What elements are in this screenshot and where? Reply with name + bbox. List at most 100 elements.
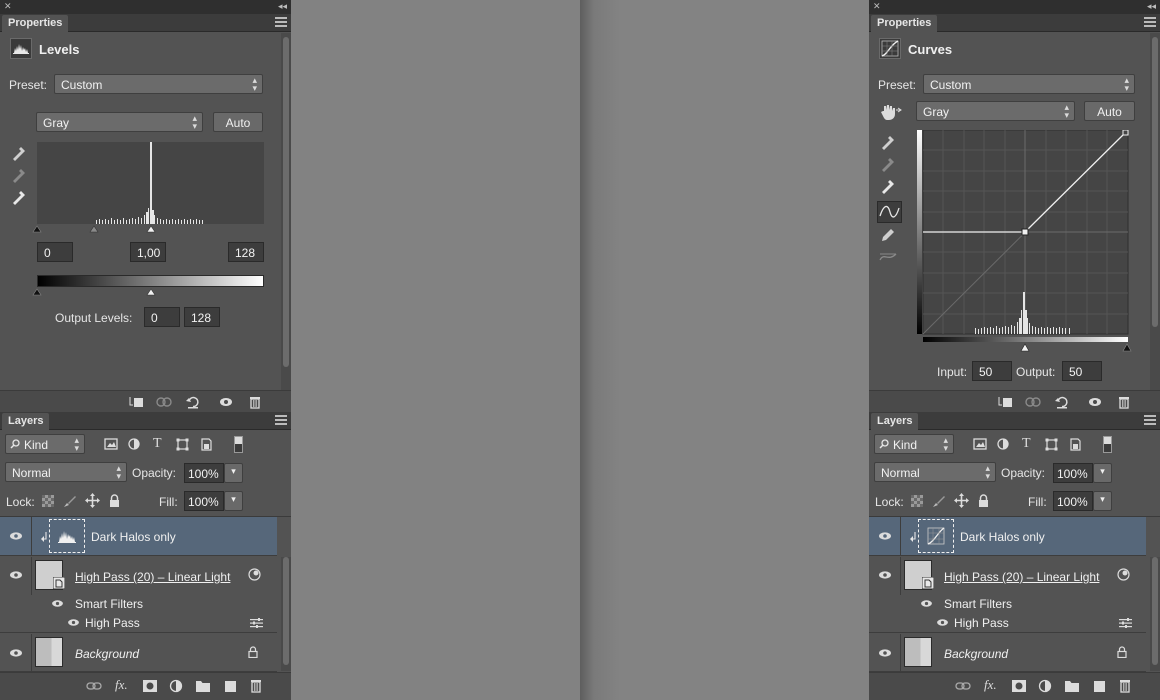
input-level-sliders[interactable] bbox=[31, 224, 271, 234]
layer-row-dark-halos[interactable]: Dark Halos only bbox=[0, 517, 277, 556]
white-eyedropper-icon[interactable] bbox=[878, 176, 898, 194]
on-image-adjustment-hand-icon[interactable] bbox=[878, 102, 902, 122]
background-thumbnail[interactable] bbox=[35, 637, 63, 667]
black-point-slider[interactable] bbox=[32, 225, 42, 233]
levels-adjustment-thumbnail[interactable] bbox=[49, 519, 85, 553]
layer-name-smart-filters[interactable]: Smart Filters bbox=[75, 597, 143, 611]
smart-object-filter-icon[interactable] bbox=[1069, 438, 1082, 451]
type-layer-filter-icon[interactable]: T bbox=[1022, 436, 1031, 452]
layer-style-fx-icon[interactable]: fx. bbox=[984, 677, 997, 693]
curve-white-slider[interactable] bbox=[1122, 343, 1132, 352]
layer-row-high-pass[interactable]: High Pass (20) – Linear Light bbox=[0, 557, 277, 633]
background-thumbnail[interactable] bbox=[904, 637, 932, 667]
layer-row-dark-halos[interactable]: Dark Halos only bbox=[869, 517, 1146, 556]
blend-mode-select[interactable]: Normal ▴ ▾ bbox=[874, 462, 996, 482]
lock-transparent-pixels-icon[interactable] bbox=[911, 495, 923, 507]
view-previous-state-icon[interactable] bbox=[156, 395, 172, 409]
visibility-eye-icon[interactable] bbox=[9, 570, 23, 580]
curve-midpoint-slider[interactable] bbox=[1020, 343, 1030, 352]
gray-eyedropper-icon[interactable] bbox=[878, 154, 898, 172]
opacity-field[interactable]: 100% bbox=[1053, 463, 1093, 483]
input-gamma-field[interactable]: 1,00 bbox=[130, 242, 166, 262]
visibility-eye-icon[interactable] bbox=[878, 570, 892, 580]
new-adjustment-layer-icon[interactable] bbox=[169, 679, 185, 693]
smart-filter-indicator-icon[interactable] bbox=[1117, 568, 1130, 581]
blend-mode-select[interactable]: Normal ▴ ▾ bbox=[5, 462, 127, 482]
smooth-curve-icon[interactable] bbox=[878, 248, 898, 266]
layer-row-background[interactable]: Background bbox=[0, 634, 277, 672]
layer-row-high-pass-filter[interactable]: High Pass bbox=[869, 613, 1146, 633]
layer-row-high-pass[interactable]: High Pass (20) – Linear Light bbox=[869, 557, 1146, 633]
opacity-field[interactable]: 100% bbox=[184, 463, 224, 483]
layer-name-background[interactable]: Background bbox=[75, 647, 139, 661]
layer-name-background[interactable]: Background bbox=[944, 647, 1008, 661]
trash-icon[interactable] bbox=[1116, 395, 1132, 409]
shape-layer-filter-icon[interactable] bbox=[1045, 438, 1058, 451]
visibility-eye-icon[interactable] bbox=[9, 648, 23, 658]
properties-scroll-thumb[interactable] bbox=[1152, 37, 1158, 327]
auto-button[interactable]: Auto bbox=[1084, 101, 1135, 121]
tab-properties[interactable]: Properties bbox=[2, 15, 69, 32]
pixel-layer-filter-icon[interactable] bbox=[973, 438, 987, 450]
lock-all-icon[interactable] bbox=[978, 494, 989, 507]
visibility-eye-icon[interactable] bbox=[936, 618, 949, 627]
white-point-slider[interactable] bbox=[146, 225, 156, 233]
type-layer-filter-icon[interactable]: T bbox=[153, 436, 162, 452]
panel-menu-icon[interactable] bbox=[1144, 17, 1156, 27]
opacity-dropdown-button[interactable]: ▾ bbox=[224, 463, 243, 483]
new-layer-icon[interactable] bbox=[222, 679, 238, 693]
trash-icon[interactable] bbox=[247, 395, 263, 409]
smart-object-filter-icon[interactable] bbox=[200, 438, 213, 451]
visibility-eye-icon[interactable] bbox=[218, 395, 234, 409]
preset-select[interactable]: Custom ▴ ▾ bbox=[54, 74, 263, 94]
layer-style-fx-icon[interactable]: fx. bbox=[115, 677, 128, 693]
visibility-eye-icon[interactable] bbox=[878, 648, 892, 658]
tab-properties[interactable]: Properties bbox=[871, 15, 938, 32]
clip-to-layer-icon[interactable] bbox=[997, 395, 1013, 409]
link-layers-icon[interactable] bbox=[955, 679, 971, 693]
opacity-dropdown-button[interactable]: ▾ bbox=[1093, 463, 1112, 483]
layer-row-high-pass-filter[interactable]: High Pass bbox=[0, 613, 277, 633]
filter-toggle-switch[interactable] bbox=[1103, 436, 1112, 453]
pencil-draw-icon[interactable] bbox=[878, 226, 898, 244]
auto-button[interactable]: Auto bbox=[213, 112, 263, 132]
curves-adjustment-thumbnail[interactable] bbox=[918, 519, 954, 553]
close-icon[interactable]: ✕ bbox=[4, 1, 12, 12]
smart-filter-indicator-icon[interactable] bbox=[248, 568, 261, 581]
output-value-field[interactable]: 50 bbox=[1062, 361, 1102, 381]
delete-layer-trash-icon[interactable] bbox=[248, 679, 264, 693]
visibility-eye-icon[interactable] bbox=[9, 531, 23, 541]
channel-select[interactable]: Gray ▴ ▾ bbox=[916, 101, 1075, 121]
curve-control-point[interactable] bbox=[1021, 228, 1029, 236]
fill-field[interactable]: 100% bbox=[1053, 491, 1093, 511]
curve-points-tool-button[interactable] bbox=[877, 201, 902, 223]
filter-blending-options-icon[interactable] bbox=[1119, 618, 1132, 628]
collapse-icon[interactable]: ◂◂ bbox=[1147, 1, 1156, 12]
white-eyedropper-icon[interactable] bbox=[9, 187, 29, 205]
layer-row-smart-filters[interactable]: Smart Filters bbox=[869, 595, 1146, 613]
output-white-slider[interactable] bbox=[146, 288, 156, 296]
reset-icon[interactable] bbox=[185, 395, 201, 409]
lock-transparent-pixels-icon[interactable] bbox=[42, 495, 54, 507]
input-value-field[interactable]: 50 bbox=[972, 361, 1012, 381]
input-black-field[interactable]: 0 bbox=[37, 242, 73, 262]
curves-graph[interactable] bbox=[917, 130, 1130, 340]
output-white-field[interactable]: 128 bbox=[184, 307, 220, 327]
layers-scroll-thumb[interactable] bbox=[1152, 557, 1158, 665]
lock-image-pixels-icon[interactable] bbox=[63, 494, 77, 508]
fill-dropdown-button[interactable]: ▾ bbox=[1093, 491, 1112, 511]
adjustment-layer-filter-icon[interactable] bbox=[997, 438, 1009, 450]
layer-name-high-pass-filter[interactable]: High Pass bbox=[85, 616, 140, 630]
visibility-eye-icon[interactable] bbox=[51, 599, 64, 608]
visibility-eye-icon[interactable] bbox=[67, 618, 80, 627]
visibility-eye-icon[interactable] bbox=[878, 531, 892, 541]
clip-to-layer-icon[interactable] bbox=[128, 395, 144, 409]
add-mask-icon[interactable] bbox=[142, 679, 158, 693]
curve-endpoint[interactable] bbox=[1122, 130, 1129, 136]
output-black-slider[interactable] bbox=[32, 288, 42, 296]
channel-select[interactable]: Gray ▴ ▾ bbox=[36, 112, 203, 132]
filter-toggle-switch[interactable] bbox=[234, 436, 243, 453]
layers-scrollbar[interactable] bbox=[1150, 557, 1160, 671]
layer-name-dark-halos[interactable]: Dark Halos only bbox=[91, 530, 176, 544]
lock-all-icon[interactable] bbox=[109, 494, 120, 507]
